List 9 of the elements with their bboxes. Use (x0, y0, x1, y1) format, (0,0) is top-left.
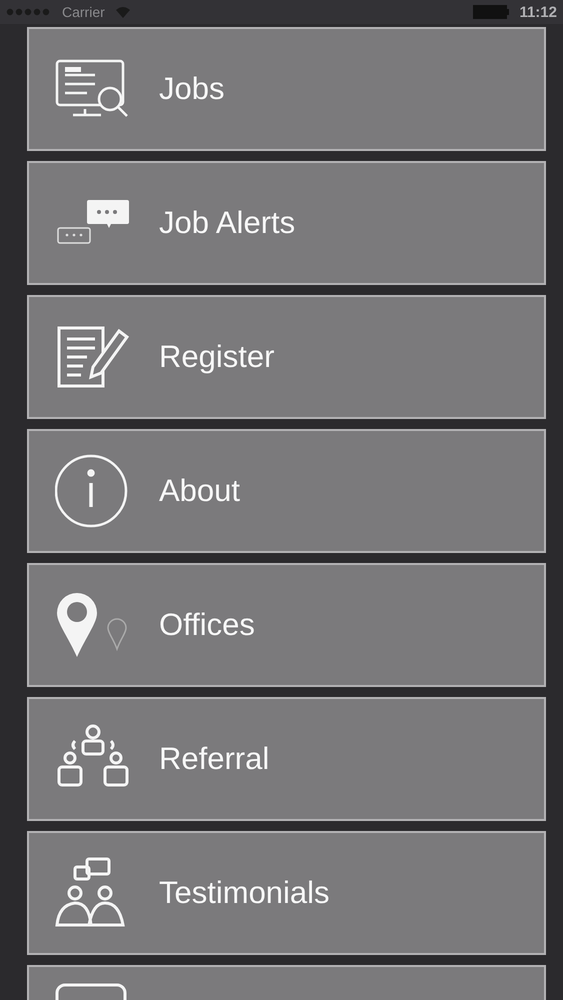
carrier-name: Carrier (62, 4, 105, 20)
menu-item[interactable]: Offices (27, 563, 546, 687)
menu-item[interactable]: Register (27, 295, 546, 419)
menu-item[interactable]: Job Alerts (27, 161, 546, 285)
menu-item[interactable]: About (27, 429, 546, 553)
status-time: 11:12 (519, 4, 557, 20)
menu-item[interactable]: Jobs (27, 27, 546, 151)
menu-item[interactable]: Referral (27, 697, 546, 821)
menu-item[interactable]: Testimonials (27, 831, 546, 955)
